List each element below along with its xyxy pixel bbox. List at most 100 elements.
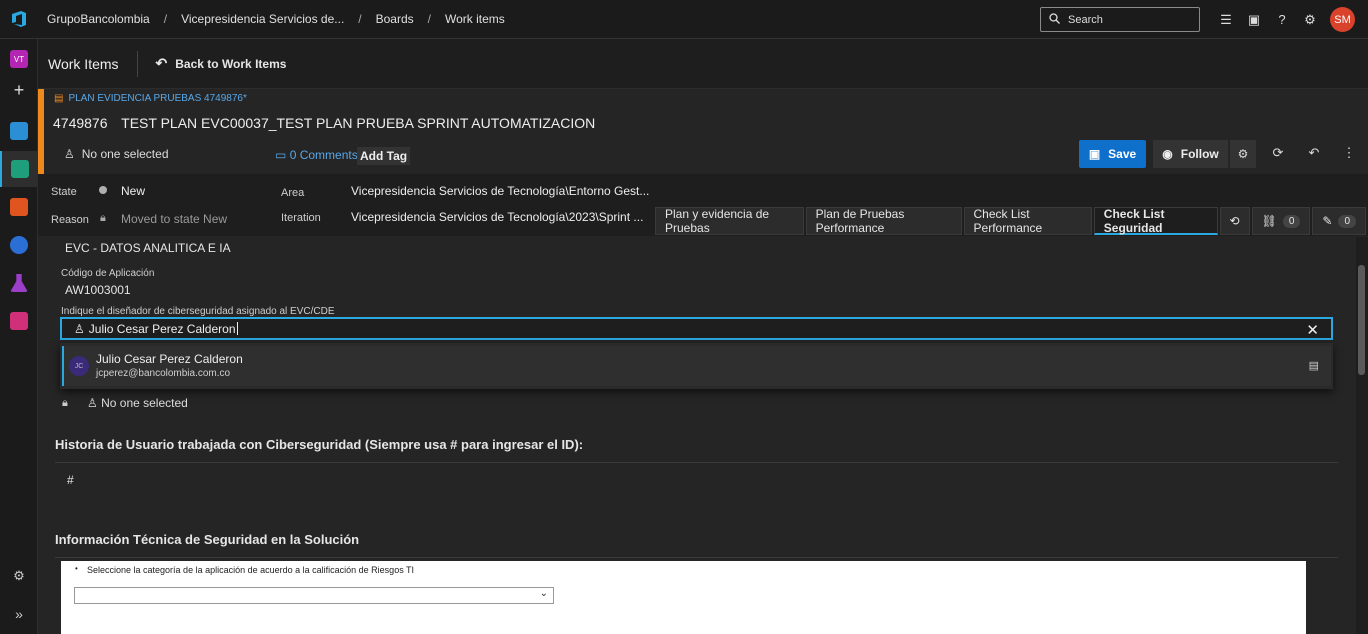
breadcrumb-project[interactable]: Vicepresidencia Servicios de...	[181, 12, 344, 26]
state-label: State	[51, 186, 77, 198]
historia-section-title: Historia de Usuario trabajada con Cibers…	[55, 437, 584, 452]
contact-card-icon[interactable]: ▤	[1309, 359, 1319, 372]
suggestion-name: Julio Cesar Perez Calderon	[96, 352, 243, 366]
save-icon: ▣	[1088, 147, 1101, 161]
link-icon: ⛓	[1261, 214, 1277, 228]
suggestion-avatar: JC	[69, 356, 89, 376]
second-assign-field[interactable]: ♙ No one selected	[87, 396, 188, 410]
reason-value: Moved to state New	[121, 212, 228, 226]
pipelines-icon[interactable]	[0, 227, 38, 263]
work-item-type: ▤ PLAN EVIDENCIA PRUEBAS 4749876*	[54, 93, 247, 104]
person-icon: ♙	[74, 321, 85, 336]
person-icon: ♙	[87, 396, 102, 410]
work-item-title[interactable]: TEST PLAN EVC00037_TEST PLAN PRUEBA SPRI…	[121, 115, 595, 131]
overview-icon[interactable]	[0, 113, 38, 149]
iteration-value[interactable]: Vicepresidencia Servicios de Tecnología\…	[351, 210, 643, 224]
breadcrumb-separator: /	[358, 12, 362, 26]
top-icons: ☰ ▣ ? ⚙	[1212, 0, 1324, 39]
codigo-value[interactable]: AW1003001	[65, 283, 131, 297]
text-cursor	[236, 322, 238, 335]
search-icon	[1049, 12, 1060, 27]
attachments-tab[interactable]: ✎ 0	[1312, 207, 1366, 235]
disenador-label: Indique el diseñador de ciberseguridad a…	[61, 306, 335, 317]
eye-icon: ◉	[1162, 147, 1173, 161]
lock-icon: 🔒︎	[62, 397, 68, 409]
area-label: Area	[281, 187, 305, 199]
categoria-select[interactable]: ⌄	[74, 587, 554, 604]
follow-button[interactable]: ◉ Follow	[1153, 140, 1228, 168]
assigned-to-field[interactable]: ♙ No one selected	[64, 147, 169, 161]
back-to-work-items-link[interactable]: ↶ Back to Work Items	[156, 55, 287, 72]
form-tabs: Plan y evidencia de Pruebas Plan de Prue…	[655, 207, 1368, 235]
work-item-type-label: PLAN EVIDENCIA PRUEBAS 4749876*	[68, 93, 247, 104]
state-dot-icon	[99, 186, 107, 194]
suggestion-email: jcperez@bancolombia.com.co	[96, 368, 231, 379]
comments-count: 0 Comments	[289, 148, 358, 162]
work-item-id: 4749876	[53, 115, 108, 131]
work-item-type-icon: ▤	[54, 93, 64, 104]
azure-devops-logo-icon[interactable]	[0, 0, 38, 39]
artifacts-icon[interactable]	[0, 303, 38, 339]
chevron-down-icon: ⌄	[539, 588, 548, 599]
history-tab[interactable]: ⟲	[1219, 207, 1250, 235]
refresh-icon[interactable]: ⟳	[1267, 145, 1289, 161]
test-plans-icon[interactable]	[0, 265, 38, 301]
disenador-identity-input[interactable]: ♙ Julio Cesar Perez Calderon ✕	[60, 317, 1333, 340]
boards-overview-icon	[10, 122, 28, 140]
area-value[interactable]: Vicepresidencia Servicios de Tecnología\…	[351, 184, 649, 198]
user-avatar[interactable]: SM	[1330, 7, 1355, 32]
second-assign-value: No one selected	[101, 396, 188, 410]
comment-icon: ▭	[275, 148, 287, 162]
links-tab[interactable]: ⛓ 0	[1251, 207, 1311, 235]
clear-icon[interactable]: ✕	[1306, 321, 1319, 339]
help-icon[interactable]: ?	[1268, 12, 1296, 27]
save-button[interactable]: ▣ Save	[1079, 140, 1146, 168]
historia-value[interactable]: #	[67, 473, 74, 487]
tab-plan-performance[interactable]: Plan de Pruebas Performance	[805, 207, 962, 235]
repos-icon[interactable]	[0, 189, 38, 225]
breadcrumb-org[interactable]: GrupoBancolombia	[47, 12, 150, 26]
follow-label: Follow	[1180, 147, 1219, 161]
add-icon[interactable]: +	[0, 72, 38, 108]
more-actions-icon[interactable]: ⋮	[1338, 145, 1360, 161]
suggestion-item[interactable]: JC Julio Cesar Perez Calderon jcperez@ba…	[62, 346, 1331, 386]
tab-plan-evidencia[interactable]: Plan y evidencia de Pruebas	[655, 207, 804, 235]
shopping-bag-icon[interactable]: ▣	[1240, 12, 1268, 28]
search-input[interactable]: Search	[1040, 7, 1200, 32]
user-settings-icon[interactable]: ⚙	[1296, 12, 1324, 28]
breadcrumb-separator: /	[427, 12, 431, 26]
breadcrumb-boards[interactable]: Boards	[376, 12, 414, 26]
expand-icon[interactable]: »	[0, 596, 38, 632]
scrollbar-thumb[interactable]	[1358, 265, 1365, 375]
links-count: 0	[1282, 214, 1301, 228]
page-title: Work Items	[48, 55, 119, 72]
tab-check-list-performance[interactable]: Check List Performance	[963, 207, 1092, 235]
undo-icon[interactable]: ↶	[1303, 145, 1325, 161]
search-placeholder: Search	[1068, 13, 1103, 26]
info-tecnica-section-title: Información Técnica de Seguridad en la S…	[55, 532, 360, 547]
bullet-text: Seleccione la categoría de la aplicación…	[87, 565, 415, 575]
section-divider	[55, 557, 1338, 558]
codigo-label: Código de Aplicación	[61, 268, 155, 279]
settings-gear-button[interactable]: ⚙	[1230, 140, 1256, 168]
disenador-input-value: Julio Cesar Perez Calderon	[88, 321, 236, 336]
left-navigation: VT + ⚙ »	[0, 39, 38, 634]
breadcrumb-work-items[interactable]: Work items	[445, 12, 505, 26]
back-label: Back to Work Items	[175, 56, 287, 71]
bullet-icon: •	[75, 564, 78, 573]
top-bar: GrupoBancolombia / Vicepresidencia Servi…	[0, 0, 1368, 39]
boards-icon[interactable]	[0, 151, 38, 187]
back-arrow-icon: ↶	[155, 55, 168, 71]
tab-check-list-seguridad[interactable]: Check List Seguridad	[1093, 207, 1218, 235]
comments-link[interactable]: ▭ 0 Comments	[275, 148, 358, 162]
add-tag-button[interactable]: Add Tag	[357, 147, 411, 165]
breadcrumb: GrupoBancolombia / Vicepresidencia Servi…	[38, 12, 505, 26]
state-value[interactable]: New	[121, 184, 145, 198]
iteration-label: Iteration	[281, 212, 321, 224]
checklist-icon[interactable]: ☰	[1212, 12, 1240, 28]
section-divider	[55, 462, 1338, 463]
identity-suggestions: JC Julio Cesar Perez Calderon jcperez@ba…	[60, 343, 1333, 389]
gear-icon: ⚙	[1237, 147, 1249, 161]
divider	[136, 50, 138, 77]
settings-icon[interactable]: ⚙	[0, 558, 38, 594]
